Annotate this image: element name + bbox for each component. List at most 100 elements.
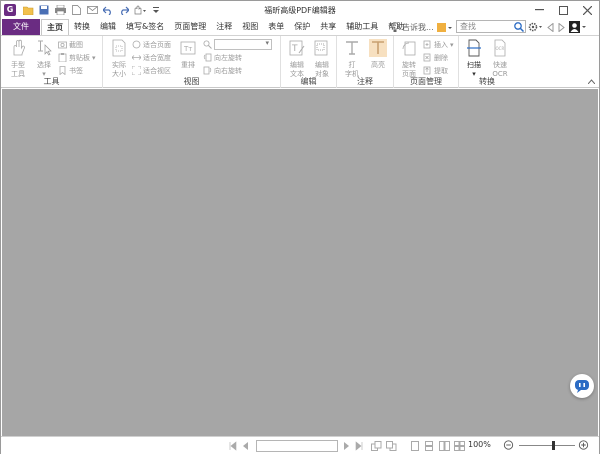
screenshot-label: 截图	[69, 40, 83, 49]
single-page-icon[interactable]	[411, 441, 419, 451]
svg-text:OCR: OCR	[496, 46, 505, 51]
tab-convert[interactable]: 转换	[69, 19, 95, 35]
insert-page-button[interactable]: 插入 ▾	[423, 39, 454, 50]
document-area[interactable]	[2, 89, 598, 436]
reflow-label: 重排	[181, 61, 195, 69]
tell-me-label: 告诉我...	[402, 22, 434, 32]
actual-size-label-1: 实际	[112, 61, 126, 69]
rotate-right-button[interactable]: 向右旋转	[203, 65, 242, 76]
group-view: 实际 大小 适合页面 适合宽度 适合视区 Tт 重排 ▾ 向左旋转 向右旋转 视…	[103, 36, 281, 88]
tab-share[interactable]: 共享	[315, 19, 341, 35]
user-account-icon[interactable]	[569, 21, 587, 33]
edit-text-button[interactable]: T 编辑 文本	[284, 39, 310, 79]
zoom-level[interactable]: 100%	[468, 440, 491, 449]
tab-view[interactable]: 视图	[237, 19, 263, 35]
facing-page-icon[interactable]	[439, 441, 450, 451]
edit-object-label-1: 编辑	[315, 61, 329, 69]
nav-back-icon[interactable]	[547, 22, 554, 32]
previous-view-icon[interactable]	[371, 441, 382, 451]
tell-me[interactable]: 告诉我...	[391, 20, 453, 34]
scan-button[interactable]: 扫描 ▾	[461, 39, 487, 79]
highlight-icon	[369, 39, 387, 57]
zoom-icon[interactable]	[203, 40, 212, 49]
last-page-icon[interactable]	[355, 441, 363, 451]
tab-form[interactable]: 表单	[263, 19, 289, 35]
clipboard-button[interactable]: 剪贴板 ▾	[58, 52, 96, 63]
tab-comment[interactable]: 注释	[211, 19, 237, 35]
group-tools: 手型 工具 选择 ▾ 截图 剪贴板 ▾ 书签 工具	[1, 36, 103, 88]
select-tool-button[interactable]: 选择 ▾	[31, 39, 57, 79]
delete-page-button[interactable]: 删除	[423, 52, 448, 63]
collapse-ribbon-icon[interactable]	[588, 79, 595, 84]
fit-width-label: 适合宽度	[143, 53, 171, 62]
find-replace-icon[interactable]	[436, 22, 453, 33]
window-controls	[527, 1, 599, 19]
reflow-button[interactable]: Tт 重排	[175, 39, 201, 70]
tab-file[interactable]: 文件	[2, 19, 40, 35]
assistant-chat-button[interactable]	[570, 374, 594, 398]
page-number-input[interactable]	[256, 440, 338, 452]
rotate-left-button[interactable]: 向左旋转	[203, 52, 242, 63]
fit-page-label: 适合页面	[143, 40, 171, 49]
typewriter-icon	[346, 41, 358, 55]
rotate-page-button[interactable]: 旋转 页面	[396, 39, 422, 79]
rotate-page-label-1: 旋转	[402, 61, 416, 69]
tab-protect[interactable]: 保护	[289, 19, 315, 35]
extract-page-label: 提取	[434, 66, 448, 75]
edit-object-button[interactable]: 编辑 对象	[309, 39, 335, 79]
nav-forward-icon[interactable]	[558, 22, 565, 32]
fit-visible-button[interactable]: 适合视区	[132, 65, 171, 76]
screenshot-button[interactable]: 截图	[58, 39, 83, 50]
extract-page-icon	[423, 66, 431, 75]
next-page-icon[interactable]	[343, 441, 350, 451]
hand-tool-button[interactable]: 手型 工具	[5, 39, 31, 79]
next-view-icon[interactable]	[386, 441, 397, 451]
search-icon[interactable]	[513, 21, 525, 32]
previous-page-icon[interactable]	[242, 441, 249, 451]
continuous-page-icon[interactable]	[425, 441, 433, 451]
edit-text-icon: T	[289, 40, 305, 56]
window-title: 福昕高级PDF编辑器	[264, 6, 336, 15]
actual-size-button[interactable]: 实际 大小	[106, 39, 132, 79]
insert-dropdown-icon: ▾	[450, 40, 454, 49]
highlight-button[interactable]: 高亮	[365, 39, 391, 70]
hand-icon	[13, 39, 25, 56]
tab-fill-sign[interactable]: 填写&签名	[121, 19, 169, 35]
zoom-control: ▾	[203, 39, 272, 50]
quick-ocr-button[interactable]: OCR 快速 OCR	[487, 39, 513, 79]
maximize-icon[interactable]	[551, 1, 575, 19]
continuous-facing-icon[interactable]	[454, 441, 465, 451]
minimize-icon[interactable]	[527, 1, 551, 19]
ribbon-tabs: 主页 转换 编辑 填写&签名 页面管理 注释 视图 表单 保护 共享 辅助工具 …	[41, 19, 409, 36]
quick-ocr-label-1: 快速	[493, 61, 507, 69]
delete-page-icon	[423, 53, 431, 62]
status-bar: 100%	[1, 436, 599, 454]
tab-edit[interactable]: 编辑	[95, 19, 121, 35]
fit-width-button[interactable]: 适合宽度	[132, 52, 171, 63]
tab-home[interactable]: 主页	[41, 19, 69, 36]
select-cursor-icon	[38, 40, 52, 56]
reflow-icon: Tт	[180, 41, 196, 55]
zoom-out-icon[interactable]	[503, 440, 514, 450]
group-convert-label: 转换	[479, 77, 495, 86]
zoom-slider[interactable]	[519, 445, 575, 446]
tab-accessibility[interactable]: 辅助工具	[341, 19, 383, 35]
clipboard-icon	[58, 53, 67, 62]
edit-text-label-1: 编辑	[290, 61, 304, 69]
camera-icon	[58, 41, 67, 49]
fit-width-icon	[132, 55, 141, 60]
close-icon[interactable]	[575, 1, 599, 19]
right-tab-controls	[528, 19, 587, 35]
zoom-slider-thumb[interactable]	[551, 441, 555, 450]
zoom-in-icon[interactable]	[578, 440, 589, 450]
typewriter-button[interactable]: 打 字机	[339, 39, 365, 79]
extract-page-button[interactable]: 提取	[423, 65, 448, 76]
bookmark-button[interactable]: 书签	[58, 65, 83, 76]
settings-gear-icon[interactable]	[528, 22, 543, 32]
zoom-dropdown[interactable]: ▾	[214, 39, 272, 50]
fit-visible-icon	[132, 66, 141, 75]
first-page-icon[interactable]	[229, 441, 237, 451]
tab-organize[interactable]: 页面管理	[169, 19, 211, 35]
fit-page-button[interactable]: 适合页面	[132, 39, 171, 50]
bookmark-label: 书签	[69, 66, 83, 75]
